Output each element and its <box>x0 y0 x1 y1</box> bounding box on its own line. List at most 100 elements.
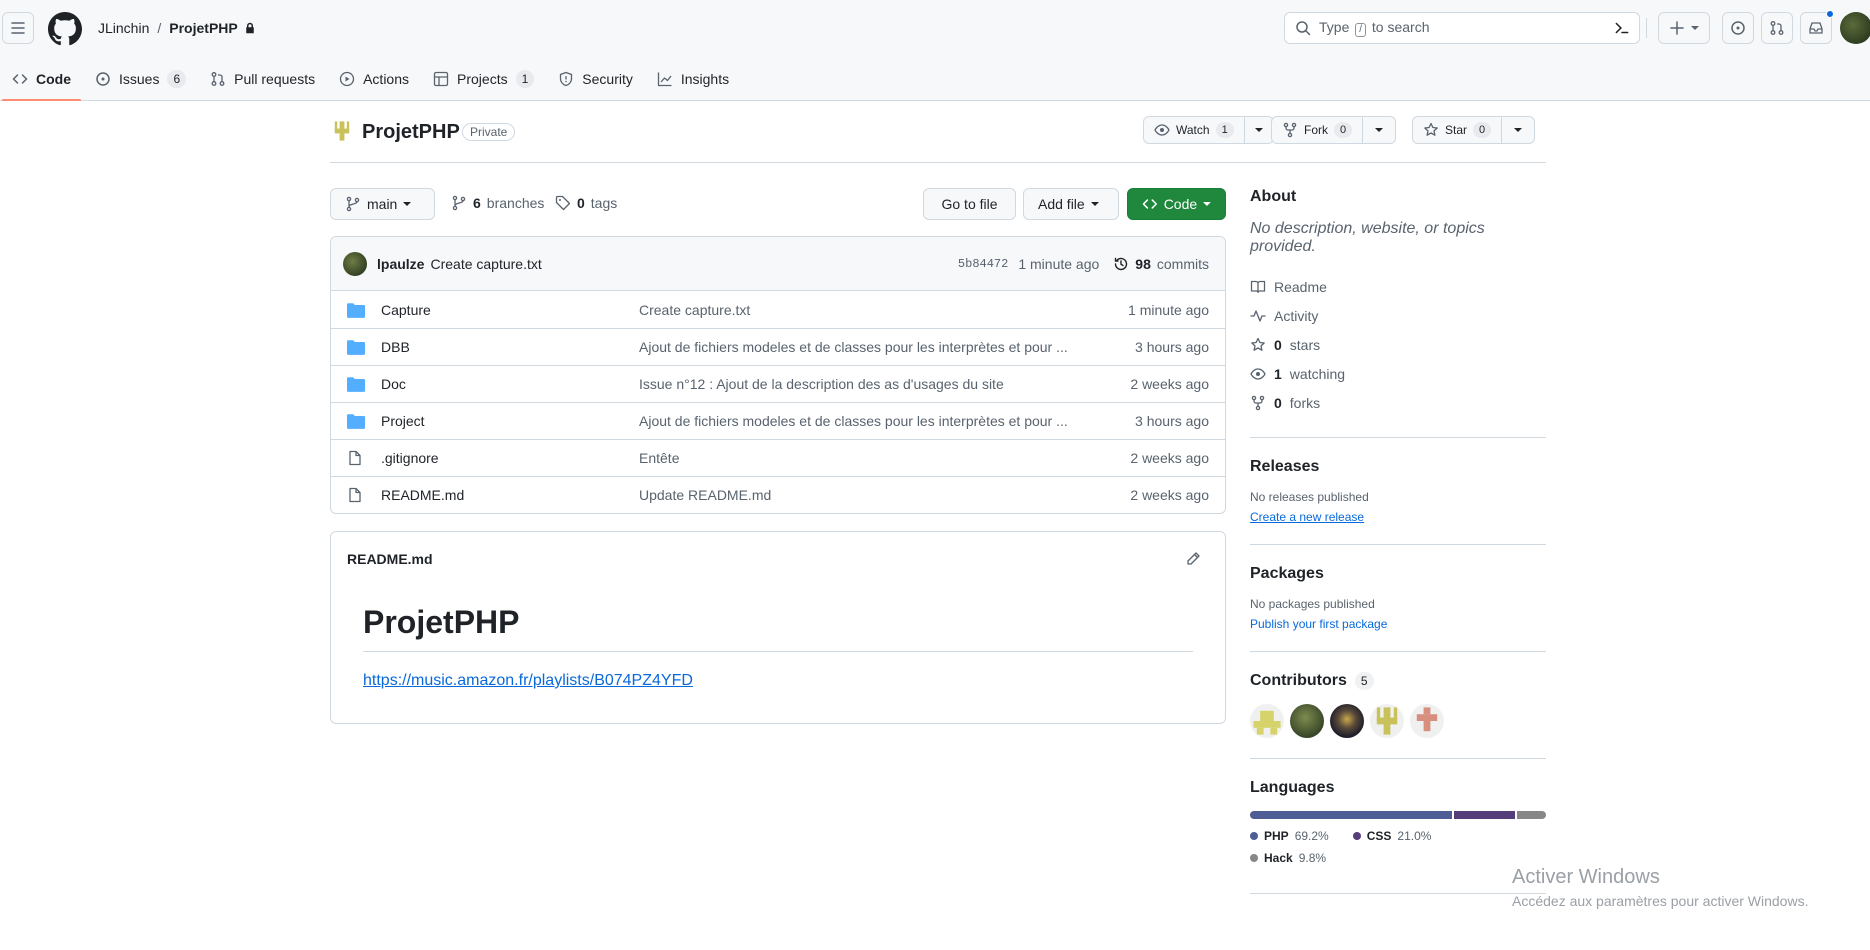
language-item[interactable]: Hack 9.8% <box>1250 851 1326 865</box>
branch-selector[interactable]: main <box>330 188 435 220</box>
watch-button[interactable]: Watch 1 <box>1144 117 1245 143</box>
language-name: CSS <box>1366 829 1392 843</box>
commits-link[interactable]: 98 commits <box>1113 256 1209 272</box>
file-age: 2 weeks ago <box>1130 450 1209 466</box>
commit-sha[interactable]: 5b84472 <box>958 257 1008 271</box>
sidebar-item-stars[interactable]: 0 stars <box>1250 330 1546 359</box>
search-input[interactable]: Type / to search <box>1284 12 1640 44</box>
file-commit-message[interactable]: Create capture.txt <box>639 302 1128 318</box>
star-dropdown[interactable] <box>1502 117 1534 143</box>
readme-link[interactable]: https://music.amazon.fr/playlists/B074PZ… <box>363 672 693 690</box>
pull-request-icon <box>211 71 225 86</box>
add-file-button[interactable]: Add file <box>1023 188 1119 220</box>
commit-author[interactable]: lpaulze <box>377 256 424 272</box>
tab-projects[interactable]: Projects 1 <box>421 56 546 101</box>
breadcrumb-repo[interactable]: ProjetPHP <box>169 20 255 36</box>
create-new-button[interactable] <box>1658 12 1710 44</box>
commit-message[interactable]: Create capture.txt <box>430 256 541 272</box>
tab-issues[interactable]: Issues 6 <box>83 56 198 101</box>
code-button[interactable]: Code <box>1127 188 1226 220</box>
commit-time: 1 minute ago <box>1018 255 1100 272</box>
file-name[interactable]: DBB <box>381 339 639 355</box>
tab-insights-label: Insights <box>680 70 730 87</box>
command-palette-icon[interactable] <box>1613 19 1631 37</box>
avatar[interactable] <box>1250 704 1284 738</box>
file-commit-message[interactable]: Entête <box>639 450 1130 466</box>
table-row[interactable]: Capture Create capture.txt 1 minute ago <box>331 291 1225 328</box>
language-percent: 21.0% <box>1397 829 1432 843</box>
fork-dropdown[interactable] <box>1363 117 1395 143</box>
file-commit-message[interactable]: Update README.md <box>639 487 1130 503</box>
avatar[interactable] <box>1370 704 1404 738</box>
star-button-group: Star 0 <box>1412 116 1536 144</box>
language-percent: 9.8% <box>1298 851 1327 865</box>
tab-pull-requests[interactable]: Pull requests <box>198 56 327 101</box>
file-name[interactable]: Capture <box>381 302 639 318</box>
tags-link[interactable]: 0 tags <box>555 195 617 211</box>
watch-button-group: Watch 1 <box>1143 116 1274 144</box>
contributors-list <box>1250 704 1546 738</box>
publish-package-link[interactable]: Publish your first package <box>1250 617 1387 631</box>
language-item[interactable]: CSS 21.0% <box>1352 829 1432 843</box>
tab-actions[interactable]: Actions <box>327 56 421 101</box>
file-commit-message[interactable]: Issue n°12 : Ajout de la description des… <box>639 376 1130 392</box>
issues-button[interactable] <box>1722 12 1754 44</box>
go-to-file-button[interactable]: Go to file <box>923 188 1016 220</box>
eye-icon <box>1154 124 1170 136</box>
table-row[interactable]: README.md Update README.md 2 weeks ago <box>331 476 1225 513</box>
table-row[interactable]: Doc Issue n°12 : Ajout de la description … <box>331 365 1225 402</box>
notification-dot <box>1826 10 1834 18</box>
commits-label: commits <box>1156 255 1209 272</box>
sidebar-item-forks[interactable]: 0 forks <box>1250 388 1546 417</box>
user-avatar[interactable] <box>1840 12 1870 44</box>
pencil-icon[interactable] <box>1185 551 1201 567</box>
repo-owner-avatar[interactable] <box>330 119 354 143</box>
table-row[interactable]: .gitignore Entête 2 weeks ago <box>331 439 1225 476</box>
packages-title[interactable]: Packages <box>1250 565 1546 583</box>
global-header: JLinchin / ProjetPHP Type / to search Co… <box>0 0 1870 101</box>
github-logo-icon[interactable] <box>48 12 82 46</box>
star-button[interactable]: Star 0 <box>1413 117 1503 143</box>
file-name[interactable]: Doc <box>381 376 639 392</box>
tab-code[interactable]: Code <box>0 56 83 101</box>
file-commit-message[interactable]: Ajout de fichiers modeles et de classes … <box>639 413 1135 429</box>
breadcrumb-owner[interactable]: JLinchin <box>98 20 149 36</box>
sidebar-item-watching[interactable]: 1 watching <box>1250 359 1546 388</box>
pull-requests-button[interactable] <box>1761 12 1793 44</box>
inbox-button[interactable] <box>1800 10 1834 44</box>
tab-insights[interactable]: Insights <box>645 56 741 101</box>
file-name[interactable]: .gitignore <box>381 450 639 466</box>
readme-filename[interactable]: README.md <box>347 551 433 567</box>
file-commit-message[interactable]: Ajout de fichiers modeles et de classes … <box>639 339 1135 355</box>
file-icon <box>347 450 367 466</box>
file-name[interactable]: Project <box>381 413 639 429</box>
contributors-header[interactable]: Contributors 5 <box>1250 672 1546 690</box>
watch-dropdown[interactable] <box>1245 117 1273 143</box>
file-age: 1 minute ago <box>1128 301 1209 318</box>
shield-icon <box>560 71 573 86</box>
avatar[interactable] <box>1410 704 1444 738</box>
table-row[interactable]: DBB Ajout de fichiers modeles et de class… <box>331 328 1225 365</box>
repo-title[interactable]: ProjetPHP <box>362 121 460 144</box>
language-item[interactable]: PHP 69.2% <box>1250 829 1329 843</box>
branches-link[interactable]: 6 branches <box>451 195 544 211</box>
avatar[interactable] <box>343 251 367 276</box>
tab-security[interactable]: Security <box>546 56 645 101</box>
table-icon <box>433 71 449 86</box>
sidebar-item-Readme[interactable]: Readme <box>1250 272 1546 301</box>
avatar[interactable] <box>1330 704 1364 738</box>
about-list: Readme Activity 0 stars 1 watching 0 forks <box>1250 272 1546 417</box>
file-age: 2 weeks ago <box>1130 487 1209 503</box>
menu-button[interactable] <box>2 12 34 44</box>
sidebar-item-Activity[interactable]: Activity <box>1250 301 1546 330</box>
releases-title[interactable]: Releases <box>1250 458 1546 476</box>
file-name[interactable]: README.md <box>381 487 639 503</box>
repo-header: ProjetPHP Private Watch 1 Fork 0 Star 0 <box>330 113 1546 163</box>
create-release-link[interactable]: Create a new release <box>1250 510 1364 524</box>
folder-icon <box>347 302 367 318</box>
tag-icon <box>555 195 571 211</box>
table-row[interactable]: Project Ajout de fichiers modeles et de c… <box>331 402 1225 439</box>
fork-button[interactable]: Fork 0 <box>1272 117 1364 143</box>
sidebar-item-label: forks <box>1289 394 1321 411</box>
avatar[interactable] <box>1290 704 1324 738</box>
